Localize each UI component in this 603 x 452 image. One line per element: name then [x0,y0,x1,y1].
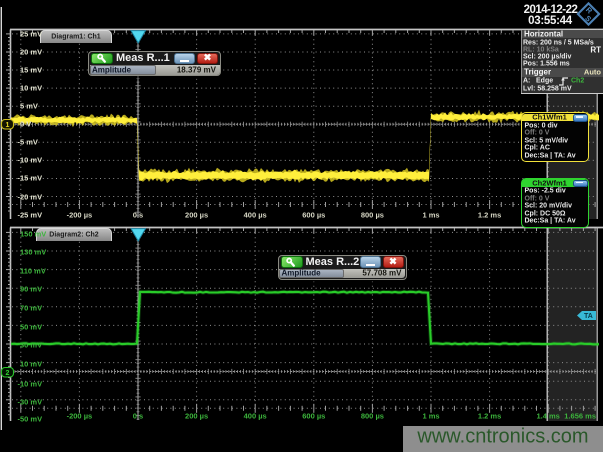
svg-text:TA: TA [584,313,593,320]
svg-text:2: 2 [6,370,10,377]
svg-text:1: 1 [6,122,10,129]
